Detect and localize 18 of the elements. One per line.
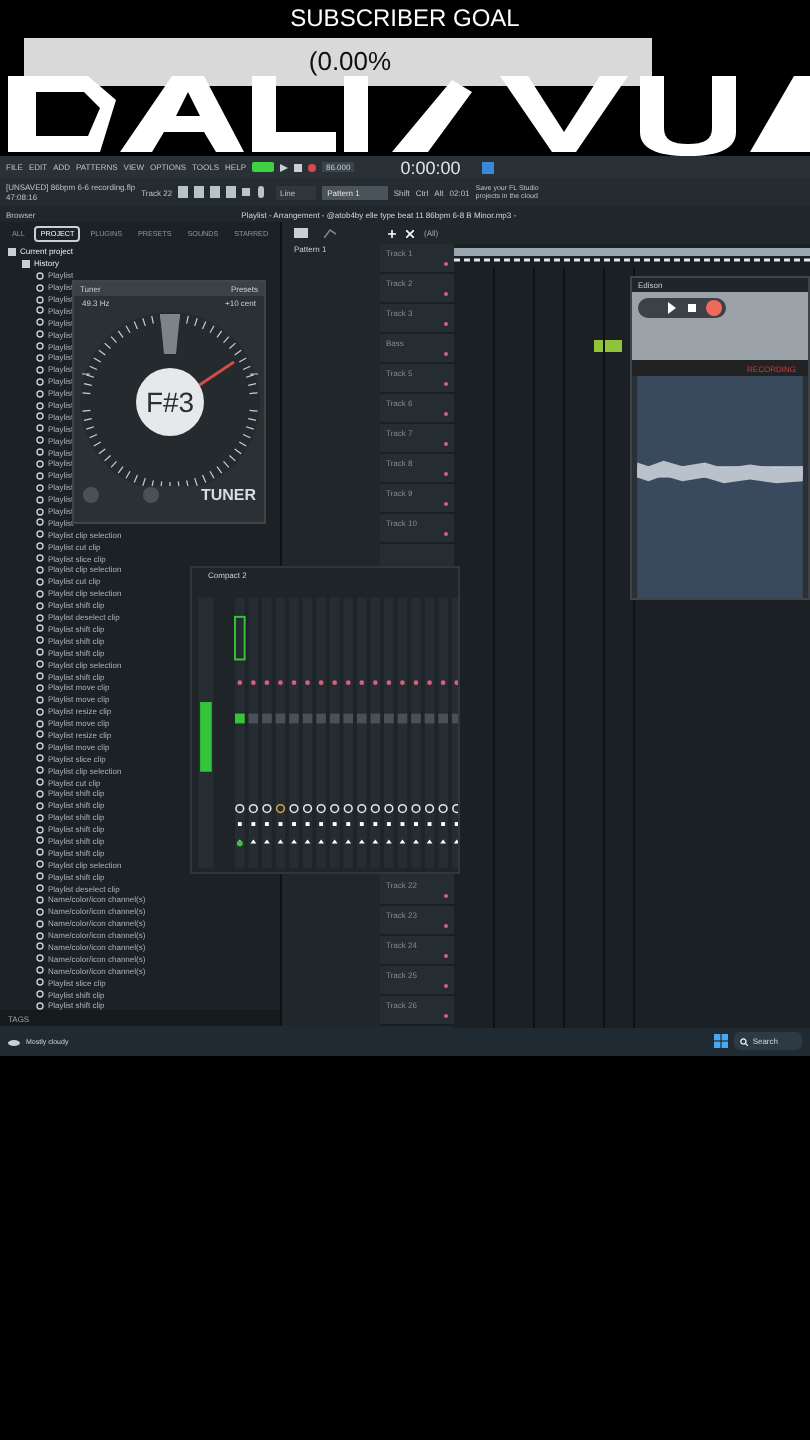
close-icon[interactable] bbox=[406, 229, 414, 237]
pattern-song-toggle[interactable] bbox=[251, 162, 274, 172]
add-icon[interactable] bbox=[388, 229, 396, 237]
record-icon[interactable] bbox=[307, 163, 316, 171]
play-icon[interactable] bbox=[279, 163, 288, 171]
graph-icon[interactable] bbox=[324, 227, 336, 237]
weather-icon[interactable] bbox=[8, 1037, 20, 1045]
transport-controls-drawing[interactable] bbox=[638, 298, 726, 318]
note-label: F#3 bbox=[145, 386, 195, 418]
tuner-brand: TUNER bbox=[200, 486, 256, 504]
search-icon bbox=[740, 1037, 749, 1045]
metronome-icon[interactable] bbox=[482, 161, 495, 173]
start-icon[interactable] bbox=[714, 1034, 729, 1048]
time-display: 0:00:00 bbox=[400, 157, 461, 177]
goal-title: SUBSCRIBER GOAL bbox=[288, 2, 522, 36]
stop-icon[interactable] bbox=[293, 163, 302, 171]
goal-percent: (0.00% bbox=[306, 44, 392, 76]
note-circle bbox=[136, 368, 204, 436]
